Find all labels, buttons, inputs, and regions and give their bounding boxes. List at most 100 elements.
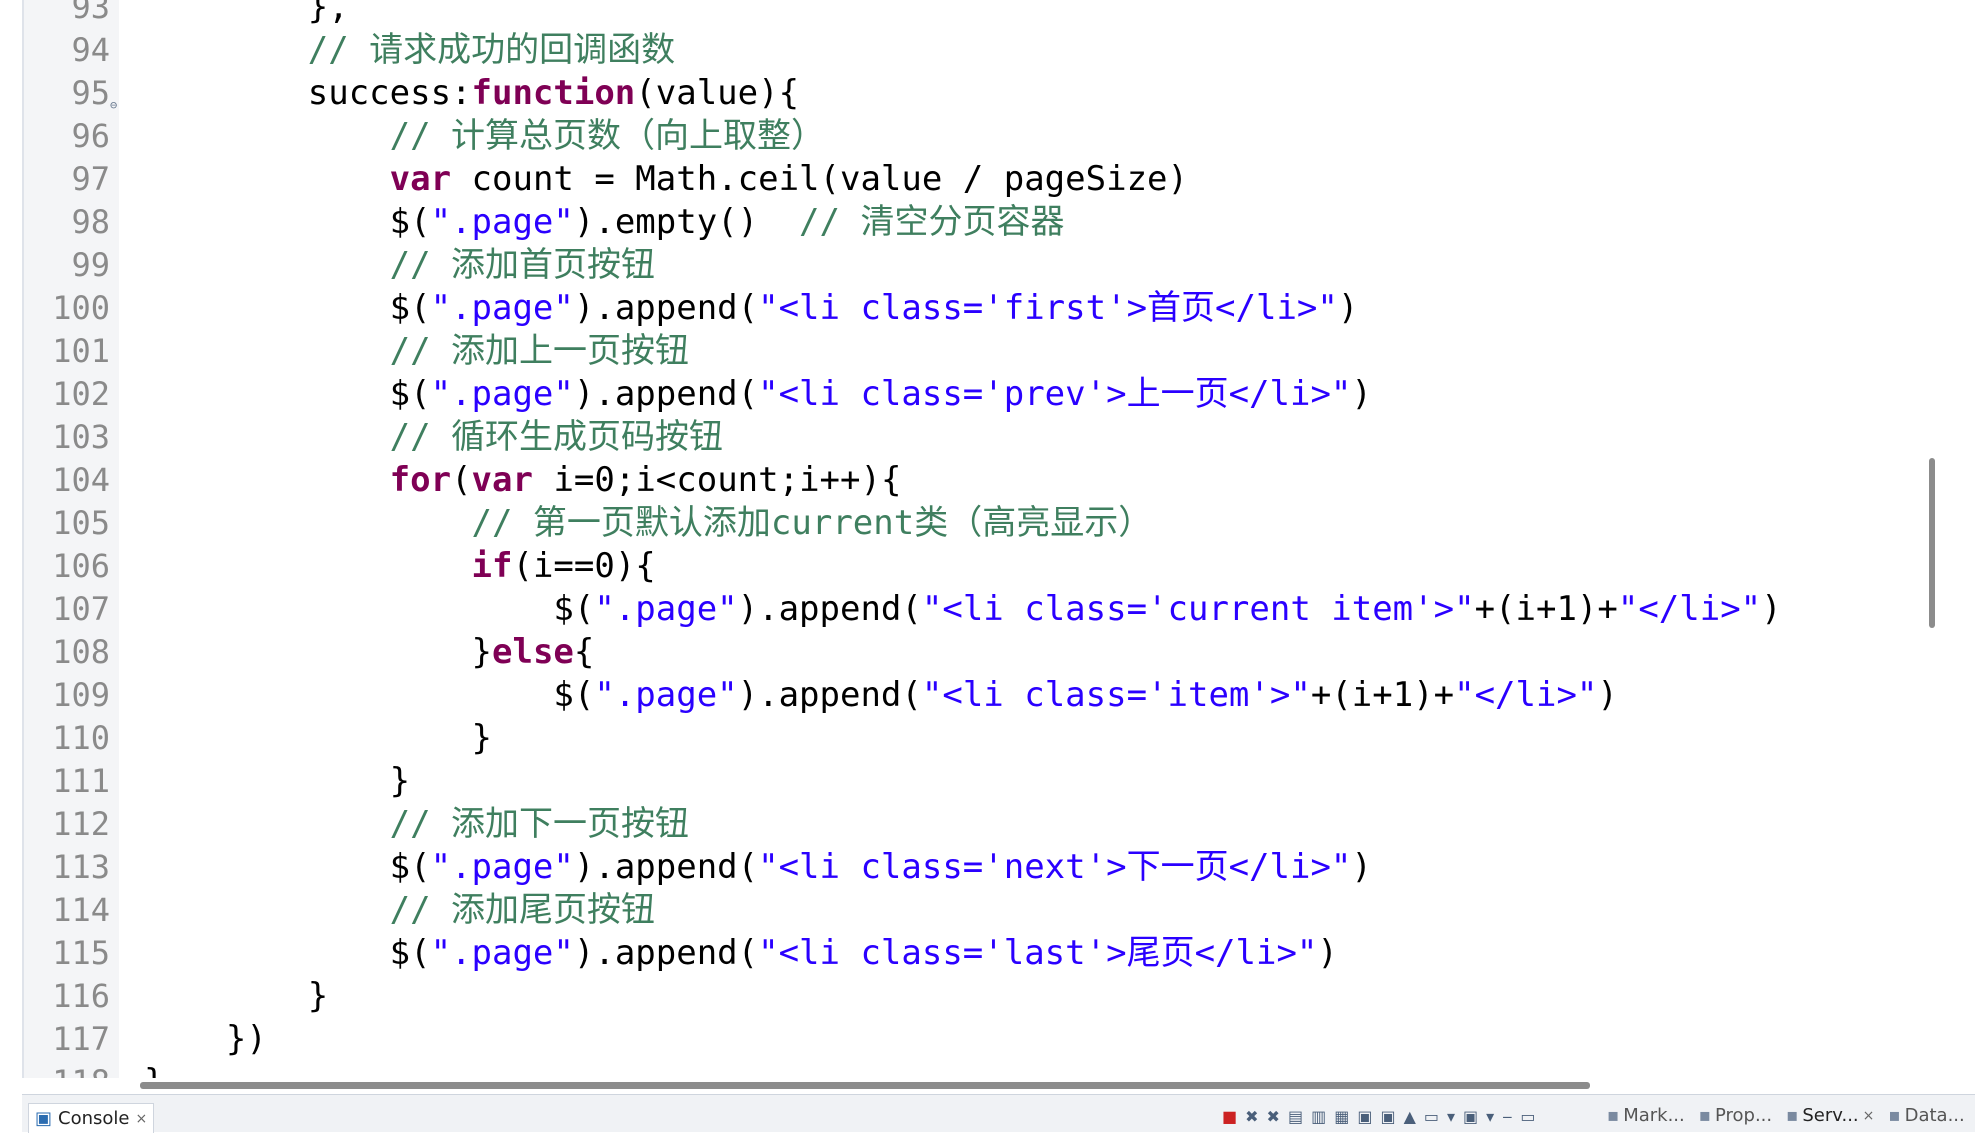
clear-console-icon[interactable]: ▤ bbox=[1288, 1107, 1303, 1126]
comment-token: // 添加尾页按钮 bbox=[144, 890, 656, 930]
code-line[interactable]: 108 }else{ bbox=[24, 631, 1922, 674]
code-token: ) bbox=[1351, 847, 1372, 887]
code-line[interactable]: 104 for(var i=0;i<count;i++){ bbox=[24, 459, 1922, 502]
code-line[interactable]: 93 }, bbox=[24, 0, 1922, 29]
code-token: ( bbox=[451, 460, 472, 500]
line-number: 116 bbox=[52, 977, 110, 1015]
code-editor[interactable]: 93 }, 94 // 请求成功的回调函数 95 ⊖ success:function… bbox=[22, 0, 1922, 1078]
code-line[interactable]: 94 // 请求成功的回调函数 bbox=[24, 29, 1922, 72]
console-icon: ▣ bbox=[35, 1108, 53, 1129]
code-text: // 添加下一页按钮 bbox=[144, 803, 689, 846]
code-line[interactable]: 114 // 添加尾页按钮 bbox=[24, 889, 1922, 932]
close-icon[interactable]: × bbox=[1863, 1108, 1875, 1124]
code-line[interactable]: 98 $(".page").empty() // 清空分页容器 bbox=[24, 201, 1922, 244]
tab-label: Data... bbox=[1904, 1105, 1965, 1126]
open-console-icon[interactable]: ▣ bbox=[1463, 1107, 1478, 1126]
line-number: 113 bbox=[52, 848, 110, 886]
display-console-icon[interactable]: ▭ bbox=[1424, 1107, 1439, 1126]
code-text: success:function(value){ bbox=[144, 72, 799, 115]
code-line[interactable]: 109 $(".page").append("<li class='item'>… bbox=[24, 674, 1922, 717]
code-line[interactable]: 106 if(i==0){ bbox=[24, 545, 1922, 588]
tab-label: Prop... bbox=[1714, 1105, 1773, 1126]
code-line[interactable]: 103 // 循环生成页码按钮 bbox=[24, 416, 1922, 459]
tab-label: Serv... bbox=[1802, 1105, 1859, 1126]
code-line[interactable]: 113 $(".page").append("<li class='next'>… bbox=[24, 846, 1922, 889]
code-token: ).append( bbox=[573, 288, 759, 328]
line-number: 102 bbox=[52, 375, 110, 413]
code-token: } bbox=[144, 1062, 164, 1078]
comment-token: // 第一页默认添加current类（高亮显示） bbox=[144, 503, 1153, 543]
code-line[interactable]: 99 // 添加首页按钮 bbox=[24, 244, 1922, 287]
code-line[interactable]: 112 // 添加下一页按钮 bbox=[24, 803, 1922, 846]
code-line[interactable]: 118} bbox=[24, 1061, 1922, 1078]
code-line[interactable]: 95 ⊖ success:function(value){ bbox=[24, 72, 1922, 115]
code-line[interactable]: 111 } bbox=[24, 760, 1922, 803]
tab-data-source[interactable]: ▪ Data... bbox=[1888, 1105, 1964, 1126]
code-line[interactable]: 116 } bbox=[24, 975, 1922, 1018]
string-token: "<li class='next'>下一页</li>" bbox=[758, 847, 1352, 887]
code-token: $( bbox=[144, 374, 431, 414]
code-token: i=0;i<count;i++){ bbox=[532, 460, 902, 500]
line-number: 114 bbox=[52, 891, 110, 929]
tab-servers[interactable]: ▪ Serv... × bbox=[1786, 1105, 1874, 1126]
code-line[interactable]: 102 $(".page").append("<li class='prev'>… bbox=[24, 373, 1922, 416]
tab-properties[interactable]: ▪ Prop... bbox=[1699, 1105, 1772, 1126]
keyword-token: else bbox=[492, 632, 574, 672]
vertical-scrollbar-thumb[interactable] bbox=[1929, 458, 1935, 628]
pin-console-icon[interactable]: ▲ bbox=[1404, 1107, 1416, 1126]
line-number: 95 bbox=[71, 74, 110, 112]
line-number: 117 bbox=[52, 1020, 110, 1058]
scroll-lock-icon[interactable]: ▥ bbox=[1311, 1107, 1326, 1126]
minimize-icon[interactable]: ‒ bbox=[1502, 1107, 1512, 1126]
code-text: var count = Math.ceil(value / pageSize) bbox=[144, 158, 1188, 201]
remove-all-icon[interactable]: ✖ bbox=[1267, 1107, 1280, 1126]
code-text: for(var i=0;i<count;i++){ bbox=[144, 459, 902, 502]
code-token: ) bbox=[1351, 374, 1372, 414]
show-on-error-icon[interactable]: ▣ bbox=[1380, 1107, 1395, 1126]
horizontal-scrollbar-thumb[interactable] bbox=[140, 1082, 1590, 1089]
code-line[interactable]: 110 } bbox=[24, 717, 1922, 760]
code-text: }, bbox=[144, 0, 349, 29]
code-line[interactable]: 115 $(".page").append("<li class='last'>… bbox=[24, 932, 1922, 975]
show-on-output-icon[interactable]: ▣ bbox=[1357, 1107, 1372, 1126]
maximize-icon[interactable]: ▭ bbox=[1520, 1107, 1535, 1126]
code-line[interactable]: 105 // 第一页默认添加current类（高亮显示） bbox=[24, 502, 1922, 545]
line-number: 106 bbox=[52, 547, 110, 585]
code-token: +(i+1)+ bbox=[1474, 589, 1618, 629]
code-text: // 计算总页数（向上取整） bbox=[144, 115, 825, 158]
comment-token: // 计算总页数（向上取整） bbox=[144, 116, 826, 156]
chevron-down-icon[interactable]: ▾ bbox=[1486, 1107, 1494, 1126]
code-line[interactable]: 117 }) bbox=[24, 1018, 1922, 1061]
code-line[interactable]: 107 $(".page").append("<li class='curren… bbox=[24, 588, 1922, 631]
code-text: } bbox=[144, 760, 410, 803]
code-text: if(i==0){ bbox=[144, 545, 656, 588]
line-number: 104 bbox=[52, 461, 110, 499]
code-line[interactable]: 100 $(".page").append("<li class='first'… bbox=[24, 287, 1922, 330]
code-token: } bbox=[144, 761, 411, 801]
tab-console[interactable]: ▣ Console × bbox=[28, 1103, 155, 1133]
string-token: "<li class='last'>尾页</li>" bbox=[758, 933, 1318, 973]
word-wrap-icon[interactable]: ▦ bbox=[1334, 1107, 1349, 1126]
properties-icon: ▪ bbox=[1698, 1105, 1711, 1126]
line-number: 108 bbox=[52, 633, 110, 671]
servers-icon: ▪ bbox=[1786, 1105, 1799, 1126]
code-token: } bbox=[144, 718, 492, 758]
terminate-icon[interactable]: ■ bbox=[1222, 1107, 1237, 1126]
code-line[interactable]: 101 // 添加上一页按钮 bbox=[24, 330, 1922, 373]
comment-token: // 添加首页按钮 bbox=[144, 245, 656, 285]
close-icon[interactable]: × bbox=[135, 1111, 147, 1127]
chevron-down-icon[interactable]: ▾ bbox=[1447, 1107, 1455, 1126]
keyword-token: function bbox=[471, 73, 636, 113]
code-token: } bbox=[144, 976, 329, 1016]
line-number: 105 bbox=[52, 504, 110, 542]
string-token: ".page" bbox=[430, 288, 574, 328]
line-number: 100 bbox=[52, 289, 110, 327]
console-toolbar: ■ ✖ ✖ ▤ ▥ ▦ ▣ ▣ ▲ ▭ ▾ ▣ ▾ ‒ ▭ bbox=[1222, 1107, 1536, 1126]
code-line[interactable]: 97 var count = Math.ceil(value / pageSiz… bbox=[24, 158, 1922, 201]
tab-markers[interactable]: ▪ Mark... bbox=[1607, 1105, 1685, 1126]
code-line[interactable]: 96 // 计算总页数（向上取整） bbox=[24, 115, 1922, 158]
markers-icon: ▪ bbox=[1607, 1105, 1620, 1126]
remove-launch-icon[interactable]: ✖ bbox=[1245, 1107, 1258, 1126]
line-number: 103 bbox=[52, 418, 110, 456]
